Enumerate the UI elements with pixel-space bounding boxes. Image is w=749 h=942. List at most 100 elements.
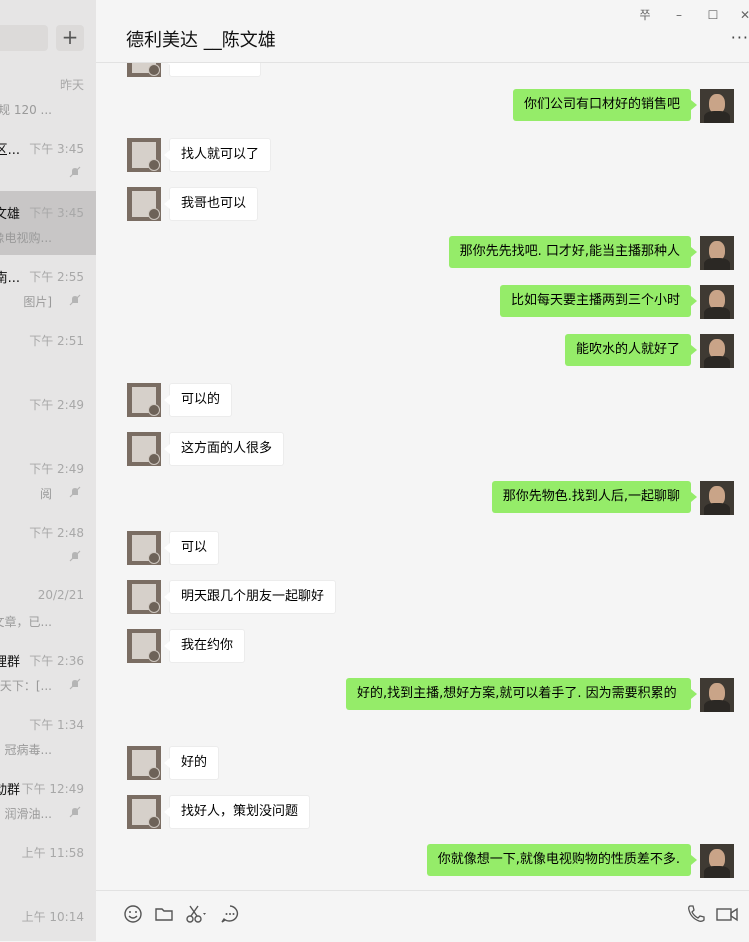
session-name: 区...	[0, 143, 20, 158]
session-preview: 冠病毒...	[4, 743, 52, 757]
session-time: 昨天	[59, 78, 84, 92]
avatar[interactable]	[127, 580, 161, 614]
session-preview: 像电视购...	[0, 231, 52, 245]
session-time: 上午 10:14	[21, 910, 84, 924]
avatar[interactable]	[127, 187, 161, 221]
avatar[interactable]	[127, 629, 161, 663]
message-bubble[interactable]: 能吹水的人就好了	[564, 334, 698, 366]
session-item[interactable]: 理群 下午 2:36 天下：[...	[0, 639, 96, 703]
minimize-button[interactable]: –	[668, 6, 690, 24]
session-item[interactable]: 上午 10:14	[0, 895, 96, 941]
avatar[interactable]	[127, 795, 161, 829]
session-item[interactable]: 下午 2:48	[0, 511, 96, 575]
session-time: 下午 2:49	[29, 398, 84, 412]
avatar[interactable]	[700, 236, 734, 270]
session-preview: 文章，已...	[0, 615, 52, 629]
add-chat-button[interactable]: +	[56, 25, 84, 51]
session-time: 下午 3:45	[29, 206, 84, 220]
session-item[interactable]: 20/2/21 文章，已...	[0, 575, 96, 639]
message-bubble[interactable]: 我在约你	[163, 629, 246, 663]
message-bubble[interactable]: 你就像想一下,就像电视购物的性质差不多.	[426, 844, 698, 876]
session-item[interactable]: 下午 1:34 冠病毒...	[0, 703, 96, 767]
message-bubble[interactable]: 找人就可以了	[163, 138, 272, 172]
avatar[interactable]	[127, 383, 161, 417]
input-toolbar	[96, 890, 749, 942]
session-time: 下午 12:49	[21, 782, 84, 796]
message-bubble[interactable]: 可以的	[163, 383, 233, 417]
session-name: 理群	[0, 655, 20, 670]
message-bubble[interactable]: 好的,找到主播,想好方案,就可以着手了. 因为需要积累的	[346, 678, 697, 710]
session-name: 动群	[0, 783, 20, 798]
session-item[interactable]: 上午 11:58	[0, 831, 96, 895]
session-time: 下午 3:45	[29, 142, 84, 156]
video-icon[interactable]	[715, 903, 739, 925]
mute-bell-icon	[69, 486, 81, 498]
avatar[interactable]	[700, 334, 734, 368]
session-time: 上午 11:58	[21, 846, 84, 860]
message-list: 你们公司有口材好的销售吧找人就可以了 我哥也可以那你先先找吧. 口才好,能当主播那…	[96, 63, 749, 890]
mute-bell-icon	[69, 550, 81, 562]
session-list: + 昨天规 120 ...区...下午 3:45文雄下午 3:45像电视购...…	[0, 0, 96, 941]
session-time: 下午 2:51	[29, 334, 84, 348]
scissors-icon[interactable]	[184, 903, 210, 925]
emoji-icon[interactable]	[122, 903, 144, 925]
message-bubble[interactable]: 找好人，策划没问题	[163, 795, 311, 829]
session-item[interactable]: 下午 2:49	[0, 383, 96, 447]
chat-bubble-icon[interactable]	[219, 903, 241, 925]
chat-title: 德利美达 __陈文雄	[126, 30, 276, 51]
message-bubble[interactable]: 比如每天要主播两到三个小时	[499, 285, 698, 317]
avatar[interactable]	[700, 481, 734, 515]
session-item[interactable]: 下午 2:51	[0, 319, 96, 383]
session-item[interactable]: 下午 2:49 阅	[0, 447, 96, 511]
session-preview: 润滑油...	[4, 807, 52, 821]
folder-icon[interactable]	[153, 903, 175, 925]
session-time: 下午 2:55	[29, 270, 84, 284]
session-item[interactable]: 昨天规 120 ...	[0, 63, 96, 127]
maximize-button[interactable]: ☐	[702, 6, 724, 24]
pin-button[interactable]: 쭈	[634, 6, 656, 24]
message-bubble[interactable]: 这方面的人很多	[163, 432, 285, 466]
session-item[interactable]: 动群 下午 12:49 润滑油...	[0, 767, 96, 831]
message-bubble[interactable]: 明天跟几个朋友一起聊好	[163, 580, 337, 614]
mute-bell-icon	[69, 806, 81, 818]
phone-icon[interactable]	[685, 903, 707, 925]
avatar[interactable]	[700, 844, 734, 878]
session-preview: 阅	[39, 487, 52, 501]
avatar[interactable]	[127, 531, 161, 565]
search-input[interactable]	[0, 25, 48, 51]
session-preview: 天下：[...	[0, 679, 52, 693]
session-item[interactable]: 区... 下午 3:45	[0, 127, 96, 191]
message-bubble[interactable]: 我哥也可以	[163, 187, 259, 221]
avatar[interactable]	[127, 746, 161, 780]
chat-panel: 德利美达 __陈文雄 쭈 – ☐ ✕ ··· 你们公司有口材好的销售吧找人就可以…	[96, 0, 749, 942]
close-button[interactable]: ✕	[734, 6, 749, 24]
avatar[interactable]	[127, 432, 161, 466]
session-name: 南...	[0, 271, 20, 286]
mute-bell-icon	[69, 294, 81, 306]
avatar[interactable]	[700, 678, 734, 712]
session-time: 下午 2:49	[29, 462, 84, 476]
message-bubble[interactable]: 那你先物色.找到人后,一起聊聊	[491, 481, 698, 513]
session-time: 下午 2:36	[29, 654, 84, 668]
message-bubble[interactable]: 可以	[163, 531, 220, 565]
avatar[interactable]	[700, 285, 734, 319]
avatar[interactable]	[700, 89, 734, 123]
more-options-button[interactable]: ···	[731, 28, 749, 47]
message-bubble[interactable]	[164, 63, 261, 77]
session-name: 文雄	[0, 207, 20, 222]
avatar[interactable]	[127, 63, 161, 77]
message-bubble[interactable]: 好的	[163, 746, 220, 780]
session-item[interactable]: 文雄下午 3:45 像电视购...	[0, 191, 96, 255]
session-time: 20/2/21	[37, 588, 84, 602]
session-item[interactable]: 南... 下午 2:55 图片]	[0, 255, 96, 319]
session-preview: 规 120 ...	[0, 103, 52, 117]
avatar[interactable]	[127, 138, 161, 172]
mute-bell-icon	[69, 678, 81, 690]
session-time: 下午 2:48	[29, 526, 84, 540]
message-bubble[interactable]: 你们公司有口材好的销售吧	[512, 89, 698, 121]
session-preview: 图片]	[23, 295, 52, 309]
session-time: 下午 1:34	[29, 718, 84, 732]
mute-bell-icon	[69, 166, 81, 178]
message-bubble[interactable]: 那你先先找吧. 口才好,能当主播那种人	[448, 236, 698, 268]
chat-header: 德利美达 __陈文雄 쭈 – ☐ ✕ ···	[96, 0, 749, 63]
